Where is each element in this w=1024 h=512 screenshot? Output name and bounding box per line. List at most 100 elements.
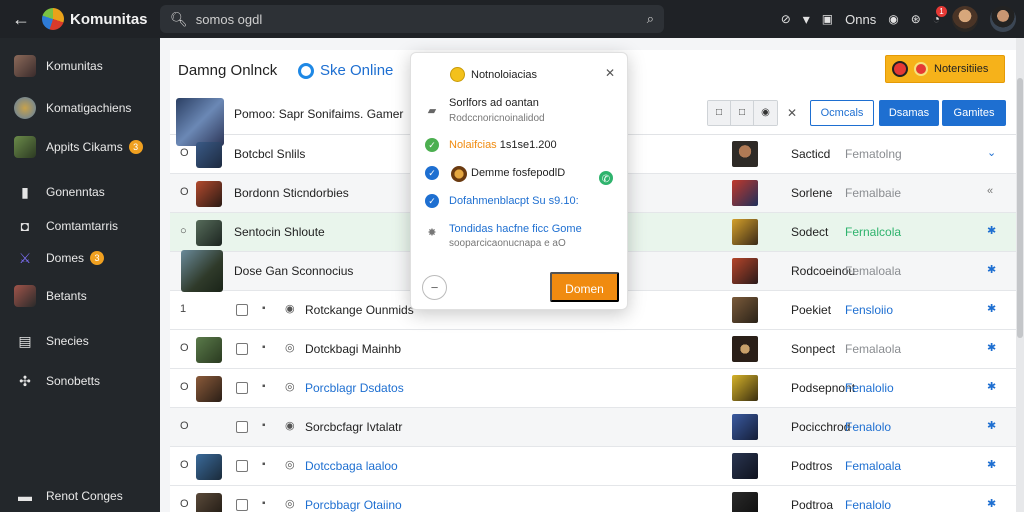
chat-icon: ◎: [285, 342, 295, 354]
avatar-secondary[interactable]: [990, 6, 1016, 32]
lock-icon: ▪: [262, 420, 266, 431]
row-checkbox[interactable]: [236, 499, 248, 511]
sidebar-item-6[interactable]: ⚔ Domes 3: [0, 243, 160, 273]
sidebar-item-label: Renot Conges: [46, 489, 123, 503]
table-row[interactable]: O ▪ ◎ Dotckbagi Mainhb Sonpect Femalaola…: [170, 330, 1016, 369]
row-name[interactable]: Rotckange Ounmids: [305, 303, 414, 317]
notification-item[interactable]: Tondidas hacfne ficc Gome: [449, 223, 619, 235]
row-name[interactable]: Porcblagr Dsdatos: [305, 381, 404, 395]
row-action-icon[interactable]: ✱: [987, 263, 996, 276]
row-name[interactable]: Dotccbaga laaloo: [305, 459, 398, 473]
row-avatar: [732, 336, 758, 362]
back-arrow-icon[interactable]: ←: [0, 9, 42, 30]
sidebar-badge: 3: [128, 140, 143, 154]
notification-item[interactable]: Demme fosfepodlD: [471, 167, 641, 179]
primary-button[interactable]: Dsamas: [879, 100, 939, 126]
table-row[interactable]: O ▪ ◎ Porcbbagr Otaiino Podtroa Fenalolo…: [170, 486, 1016, 512]
sidebar-item-2[interactable]: Komatigachiens: [0, 93, 160, 123]
sidebar-item-5[interactable]: ◘ Comtamtarris: [0, 211, 160, 241]
row-checkbox[interactable]: [236, 382, 248, 394]
row-name[interactable]: Porcbbagr Otaiino: [305, 498, 402, 512]
view-list-icon[interactable]: □: [731, 101, 754, 125]
scrollbar[interactable]: [1016, 38, 1024, 512]
row-action-icon[interactable]: ✱: [987, 458, 996, 471]
sidebar-item-8[interactable]: ▤ Snecies: [0, 326, 160, 356]
sidebar-item-7[interactable]: Betants: [0, 281, 160, 311]
view-toggle[interactable]: □ □ ◉: [707, 100, 778, 126]
row-action-icon[interactable]: «: [987, 185, 993, 197]
scrollbar-thumb[interactable]: [1017, 78, 1023, 338]
chat-icon: ◉: [285, 303, 295, 315]
row-action-icon[interactable]: ✱: [987, 380, 996, 393]
row-checkbox[interactable]: [236, 304, 248, 316]
avatar[interactable]: [952, 6, 978, 32]
close-icon[interactable]: ✕: [787, 106, 797, 120]
clipboard-icon[interactable]: ▣: [822, 12, 833, 26]
row-name[interactable]: Sorcbcfagr Ivtalatr: [305, 420, 402, 434]
notification-subtext: sooparcicaonucnapa e aO: [449, 238, 566, 249]
notification-icon[interactable]: ◔ 1: [933, 6, 947, 26]
search-option-icon[interactable]: ⊘: [781, 12, 791, 26]
collapse-button[interactable]: −: [422, 275, 447, 300]
view-grid-icon[interactable]: □: [708, 101, 731, 125]
row-category: Femaloala: [845, 459, 902, 473]
filter-button[interactable]: Ocmcals: [810, 100, 874, 126]
row-checkbox[interactable]: [236, 343, 248, 355]
row-action-icon[interactable]: ✱: [987, 302, 996, 315]
sidebar-item-10[interactable]: ▬ Renot Conges: [0, 481, 160, 511]
search-bar[interactable]: 🔍︎ ⌕: [160, 5, 664, 33]
check-icon: ✓: [425, 166, 439, 180]
top-menu-text[interactable]: Onns: [845, 12, 876, 27]
row-action-icon[interactable]: ✱: [987, 224, 996, 237]
row-name[interactable]: Dose Gan Sconnocius: [234, 264, 353, 278]
row-category: Femalbaie: [845, 186, 902, 200]
search-input[interactable]: [195, 11, 647, 27]
magnifier-icon[interactable]: ⊛: [911, 12, 921, 26]
scan-icon[interactable]: ⌕: [647, 11, 654, 27]
notification-item[interactable]: Dofahmenblacpt Su s9.10:: [449, 195, 619, 207]
chat-bubble-icon: ◘: [20, 218, 30, 234]
row-action-icon[interactable]: ⌄: [987, 146, 996, 159]
row-name[interactable]: Bordonn Sticndorbies: [234, 186, 349, 200]
row-action-icon[interactable]: ✱: [987, 497, 996, 510]
row-name[interactable]: Sentocin Shloute: [234, 225, 325, 239]
sidebar: Komunitas Komatigachiens Appits Cikams 3…: [0, 38, 160, 512]
close-icon[interactable]: ✕: [605, 66, 615, 80]
row-category: Fernalcola: [845, 225, 902, 239]
row-owner: Sodect: [791, 225, 829, 239]
sidebar-item-4[interactable]: ▮ Gonenntas: [0, 177, 160, 207]
table-row[interactable]: O ▪ ◉ Sorcbcfagr Ivtalatr Pocicchrod Fen…: [170, 408, 1016, 447]
row-category: Fenalolo: [845, 420, 892, 434]
row-avatar: [732, 180, 758, 206]
sidebar-item-komunitas[interactable]: Komunitas: [0, 51, 160, 81]
sidebar-item-label: Comtamtarris: [46, 219, 119, 233]
chat-icon[interactable]: ◉: [888, 12, 898, 26]
sidebar-item-3[interactable]: Appits Cikams 3: [0, 132, 160, 162]
top-right-controls: ⊘ ▾ ▣ Onns ◉ ⊛ ◔ 1: [781, 0, 1016, 38]
sidebar-item-9[interactable]: ✣ Sonobetts: [0, 366, 160, 396]
table-row[interactable]: O ▪ ◎ Porcblagr Dsdatos Podsepnont Fenal…: [170, 369, 1016, 408]
online-status-label[interactable]: Ske Online: [320, 62, 393, 79]
table-row[interactable]: O ▪ ◎ Dotccbaga laaloo Podtros Femaloala…: [170, 447, 1016, 486]
games-button[interactable]: Gamites: [942, 100, 1006, 126]
row-action-icon[interactable]: ✱: [987, 419, 996, 432]
notification-item[interactable]: Nolaifcias 1s1se1.200: [449, 139, 619, 151]
view-record-icon[interactable]: ◉: [754, 101, 777, 125]
row-name[interactable]: Botcbcl Snlils: [234, 147, 305, 161]
row-checkbox[interactable]: [236, 421, 248, 433]
popup-action-button[interactable]: Domen: [550, 272, 619, 302]
notifications-button[interactable]: Notersitiies: [885, 55, 1005, 83]
lock-icon: ▪: [262, 459, 266, 470]
row-checkbox[interactable]: [236, 460, 248, 472]
row-name[interactable]: Dotckbagi Mainhb: [305, 342, 401, 356]
notification-item[interactable]: Sorlfors ad oantan: [449, 97, 619, 109]
chevron-down-icon[interactable]: ▾: [803, 11, 810, 28]
row-avatar: [732, 414, 758, 440]
row-avatar: [732, 297, 758, 323]
sidebar-badge: 3: [90, 251, 105, 265]
popup-title: Notnoloiacias: [471, 69, 538, 81]
row-action-icon[interactable]: ✱: [987, 341, 996, 354]
notification-highlight: Nolaifcias: [449, 139, 497, 151]
row-thumbnail: [196, 142, 222, 168]
row-index: ○: [180, 225, 187, 237]
